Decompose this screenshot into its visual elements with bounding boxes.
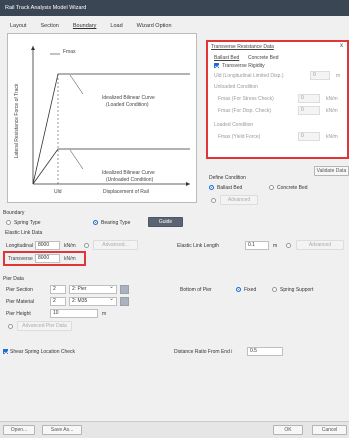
transverse-unit: kN/m xyxy=(64,256,76,262)
tab-layout[interactable]: Layout xyxy=(8,20,29,32)
pier-material-label: Pier Material xyxy=(6,299,35,305)
longitudinal-input[interactable]: 8000 xyxy=(35,241,60,250)
spring-support-label: Spring Support xyxy=(280,287,314,293)
fmax-disp-label: Fmax (For Disp. Check) xyxy=(218,108,272,114)
bilinear-curve-chart xyxy=(31,46,190,186)
fmax-disp-unit: kN/m xyxy=(326,108,338,114)
fmax-disp-input[interactable]: 0 xyxy=(298,106,320,115)
advanced-pier-data-button[interactable]: Advanced Pier Data xyxy=(17,321,72,331)
elastic-link-advanced-button[interactable]: Advanced xyxy=(296,240,344,250)
spring-type-radio[interactable] xyxy=(6,220,11,225)
fmax-label: Fmax xyxy=(63,49,76,55)
ballast-bed-label: Ballast Bed xyxy=(217,185,243,191)
elastic-link-length-label: Elastic Link Length xyxy=(177,243,219,249)
advanced-radio[interactable] xyxy=(211,198,216,203)
pier-section-select[interactable]: 2: Pier xyxy=(69,284,117,294)
unloaded-curve-label-1: Idealized Bilinear Curve xyxy=(102,170,155,176)
longitudinal-label: Longitudinal xyxy=(6,243,33,249)
loaded-curve-label-1: Idealized Bilinear Curve xyxy=(102,95,155,101)
loaded-pointer xyxy=(69,74,84,95)
boundary-section-title: Boundary xyxy=(3,210,25,216)
tab-load[interactable]: Load xyxy=(108,20,124,32)
define-condition-label: Define Condition xyxy=(209,175,246,181)
loaded-curve xyxy=(32,73,190,185)
transverse-label: Transverse xyxy=(8,256,33,262)
fixed-radio[interactable] xyxy=(236,287,241,292)
elastic-link-data-title: Elastic Link Data xyxy=(5,230,43,236)
unloaded-pointer xyxy=(69,149,84,170)
spring-support-radio[interactable] xyxy=(272,287,277,292)
transverse-rigidity-checkbox[interactable] xyxy=(214,63,219,68)
validate-data-button[interactable]: Validate Data xyxy=(314,166,349,176)
concrete-bed-radio[interactable] xyxy=(269,185,274,190)
fmax-stress-label: Fmax (For Stress Check) xyxy=(218,96,274,102)
fmax-yield-unit: kN/m xyxy=(326,134,338,140)
panel-title: Transverse Resistance Data xyxy=(211,44,274,50)
pier-height-unit: m xyxy=(102,311,107,317)
window-title: Rail Track Analysis Model Wizard xyxy=(0,0,349,16)
transverse-rigidity-label: Transverse Rigidity xyxy=(222,63,265,69)
loaded-curve-label-2: (Loaded Condition) xyxy=(106,102,149,108)
x-axis-label: Displacement of Rail xyxy=(103,189,149,195)
tab-section[interactable]: Section xyxy=(39,20,61,32)
concrete-bed-label: Concrete Bed xyxy=(277,185,308,191)
pier-section-input[interactable]: 2 xyxy=(50,285,66,294)
uld-unit: m xyxy=(336,73,341,79)
pier-material-select[interactable]: 2: M35 xyxy=(69,296,117,306)
tab-concrete-bed[interactable]: Concrete Bed xyxy=(248,55,279,61)
advanced-button[interactable]: Advanced xyxy=(220,195,258,205)
longitudinal-advanced-radio[interactable] xyxy=(84,243,89,248)
pier-section-edit-button[interactable] xyxy=(120,285,129,294)
open-button[interactable]: Open... xyxy=(3,425,35,435)
distance-ratio-label: Distance Ratio From End i xyxy=(174,349,233,355)
save-as-button[interactable]: Save As... xyxy=(42,425,82,435)
tab-ballast-bed[interactable]: Ballast Bed xyxy=(214,55,239,61)
loaded-condition-title: Loaded Condition xyxy=(214,122,254,128)
pier-height-input[interactable]: 10 xyxy=(50,309,98,318)
tab-boundary[interactable]: Boundary xyxy=(71,20,99,32)
elastic-link-advanced-radio[interactable] xyxy=(286,243,291,248)
ballast-bed-radio[interactable] xyxy=(209,185,214,190)
shear-spring-checkbox[interactable] xyxy=(3,349,8,354)
fmax-yield-label: Fmax (Yield Force) xyxy=(218,134,261,140)
uld-field-label: Uld (Longitudinal Limited Disp.) xyxy=(214,73,284,79)
spring-type-label: Spring Type xyxy=(14,220,41,226)
transverse-input[interactable]: 8000 xyxy=(35,254,60,263)
pier-material-edit-button[interactable] xyxy=(120,297,129,306)
close-icon[interactable]: x xyxy=(340,43,343,49)
cancel-button[interactable]: Cancel xyxy=(312,425,347,435)
pier-height-label: Pier Height xyxy=(6,311,31,317)
distance-ratio-input[interactable]: 0.5 xyxy=(247,347,283,356)
bilinear-curve-diagram: Fmax Lateral Resistance Force of Track D… xyxy=(7,33,197,203)
shear-spring-label: Shear Spring Location Check xyxy=(10,349,76,355)
pier-material-input[interactable]: 2 xyxy=(50,297,66,306)
uld-label: Uld xyxy=(54,189,62,195)
pier-data-title: Pier Data xyxy=(3,276,24,282)
longitudinal-advanced-button[interactable]: Advanced... xyxy=(93,240,138,250)
fmax-stress-input[interactable]: 0 xyxy=(298,94,320,103)
pier-section-label: Pier Section xyxy=(6,287,33,293)
bearing-type-label: Bearing Type xyxy=(101,220,131,226)
fmax-stress-unit: kN/m xyxy=(326,96,338,102)
bottom-of-pier-label: Bottom of Pier xyxy=(180,287,212,293)
transverse-resistance-panel: Transverse Resistance Data x Ballast Bed… xyxy=(206,40,349,159)
fixed-label: Fixed xyxy=(244,287,257,293)
advanced-pier-radio[interactable] xyxy=(8,324,13,329)
uld-input[interactable]: 0 xyxy=(310,71,330,80)
guide-button[interactable]: Guide xyxy=(148,217,183,227)
wizard-tabs: Layout Section Boundary Load Wizard Opti… xyxy=(8,20,174,32)
unloaded-curve-label-2: (Unloaded Condition) xyxy=(106,177,154,183)
elastic-link-length-unit: m xyxy=(273,243,278,249)
longitudinal-unit: kN/m xyxy=(64,243,76,249)
y-axis-label: Lateral Resistance Force of Track xyxy=(14,83,20,159)
transverse-highlight-box: Transverse 8000 kN/m xyxy=(3,251,86,266)
x-axis-arrow xyxy=(186,182,190,186)
fmax-yield-input[interactable]: 0 xyxy=(298,132,320,141)
bearing-type-radio[interactable] xyxy=(93,220,98,225)
elastic-link-length-input[interactable]: 0.1 xyxy=(245,241,269,250)
y-axis-arrow xyxy=(31,46,35,50)
ok-button[interactable]: OK xyxy=(273,425,303,435)
tab-wizard-option[interactable]: Wizard Option xyxy=(135,20,174,32)
unloaded-condition-title: Unloaded Condition xyxy=(214,84,258,90)
